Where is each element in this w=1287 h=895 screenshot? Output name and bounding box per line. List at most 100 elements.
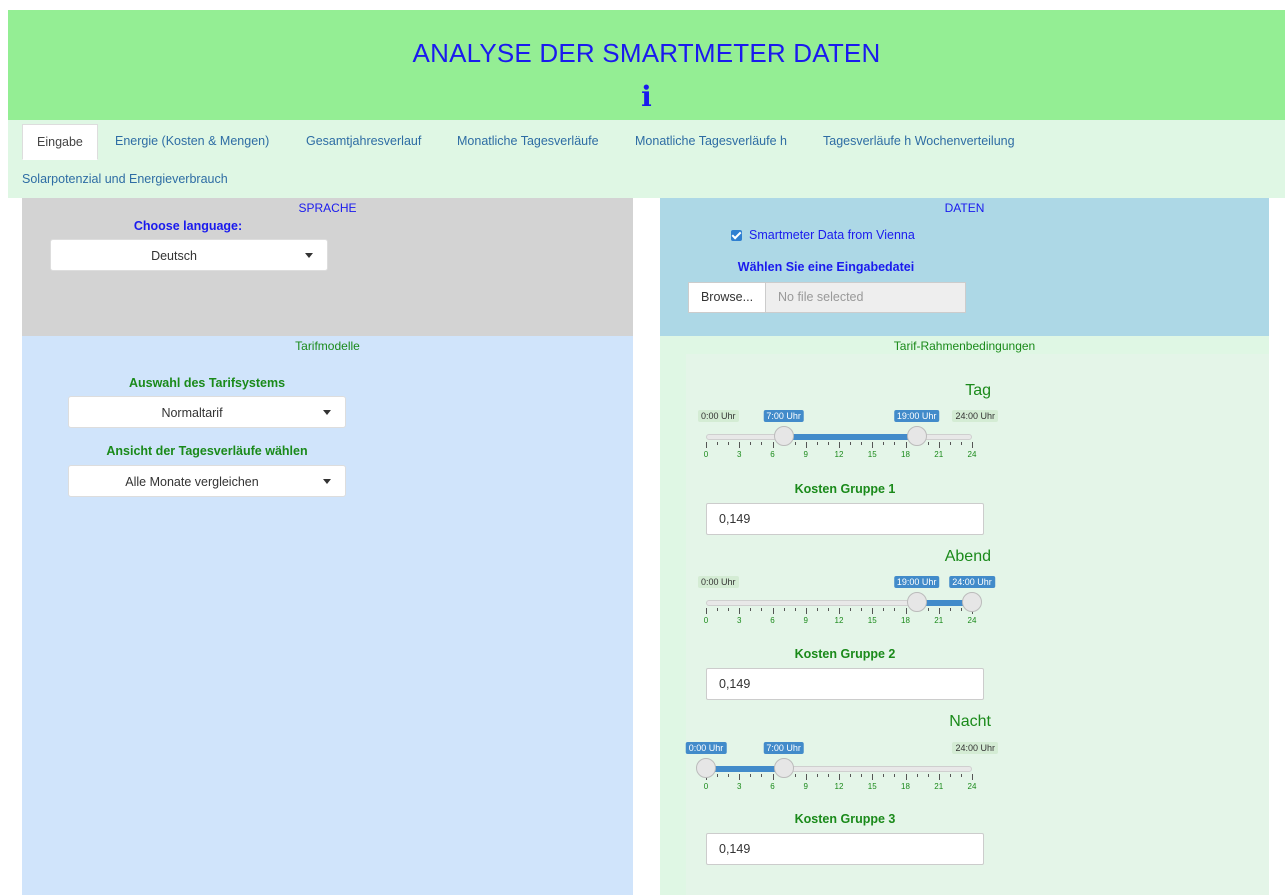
slider-tick: [938, 774, 940, 780]
slider-tick: [816, 442, 818, 445]
slider-handle-from[interactable]: [773, 426, 794, 446]
slider-tick: [717, 608, 719, 611]
file-name-field[interactable]: No file selected: [766, 282, 966, 313]
tab-monatliche-tagesverlaeufe[interactable]: Monatliche Tagesverläufe: [457, 134, 599, 148]
tarifsystem-label: Auswahl des Tarifsystems: [128, 376, 286, 390]
rahmen-well: Tag 0:00 Uhr 24:00 Uhr 0 3 6 9 12 15 18 21 24 7:00 …: [685, 354, 1269, 895]
tab-energie[interactable]: Energie (Kosten & Mengen): [115, 134, 269, 148]
slider-tick: [728, 442, 730, 445]
sprache-heading: SPRACHE: [298, 201, 357, 215]
kosten-gruppe-1-label: Kosten Gruppe 1: [794, 482, 896, 496]
slider-handle-from[interactable]: [696, 758, 716, 778]
kosten-gruppe-3-input[interactable]: 0,149: [706, 833, 984, 865]
app-header: ANALYSE DER SMARTMETER DATEN i: [8, 10, 1285, 120]
slider-tick: [938, 442, 940, 448]
slider-tick: [861, 774, 863, 777]
tab-tagesverlaeufe-wochenverteilung[interactable]: Tagesverläufe h Wochenverteilung: [823, 134, 1015, 148]
slider-selected-range: [706, 766, 784, 772]
slider-tick: [805, 608, 807, 614]
slider-tick: [883, 608, 885, 611]
group-title-tag: Tag: [965, 382, 991, 399]
sprache-panel: SPRACHE Choose language: Deutsch: [22, 198, 633, 336]
slider-tick-label: 3: [737, 616, 742, 625]
slider-tick: [706, 442, 707, 448]
slider-tick-label: 0: [703, 616, 709, 625]
info-icon[interactable]: i: [8, 80, 1285, 113]
nacht-time-slider[interactable]: 24:00 Uhr 0 3 6 9 12 15 18 21 24 0:00 Uhr 7:00 Uhr: [685, 740, 998, 810]
vienna-data-label[interactable]: Smartmeter Data from Vienna: [749, 228, 915, 242]
slider-value-to: 19:00 Uhr: [893, 410, 940, 422]
slider-tick: [894, 608, 896, 611]
slider-tick-label: 12: [834, 450, 844, 459]
choose-language-label: Choose language:: [133, 219, 243, 233]
language-select-value: Deutsch: [151, 249, 197, 263]
slider-tick: [905, 442, 907, 448]
slider-value-to: 7:00 Uhr: [763, 742, 804, 754]
slider-tick-label: 6: [770, 782, 775, 791]
slider-tick: [894, 774, 896, 777]
slider-handle-to[interactable]: [906, 426, 927, 446]
kosten-gruppe-2-label: Kosten Gruppe 2: [794, 647, 896, 661]
chevron-down-icon: [305, 253, 313, 258]
slider-handle-from[interactable]: [906, 592, 927, 612]
slider-tick-label: 18: [901, 450, 910, 459]
slider-tick: [883, 442, 885, 445]
vienna-data-checkbox[interactable]: [731, 230, 742, 241]
slider-tick: [960, 608, 962, 611]
slider-tick-label: 18: [901, 616, 910, 625]
slider-tick: [960, 774, 962, 777]
slider-tick: [960, 442, 962, 445]
slider-tick: [927, 442, 929, 445]
slider-tick: [938, 608, 940, 614]
kosten-gruppe-3-label: Kosten Gruppe 3: [794, 812, 896, 826]
rahmen-heading: Tarif-Rahmenbedingungen: [893, 339, 1036, 353]
slider-tick-label: 24: [967, 782, 977, 791]
kosten-gruppe-1-input[interactable]: 0,149: [706, 503, 984, 535]
slider-tick: [872, 774, 874, 780]
chevron-down-icon: [323, 410, 331, 415]
slider-tick-label: 6: [770, 450, 775, 459]
tarifsystem-select[interactable]: Normaltarif: [68, 396, 346, 428]
tab-monatliche-tagesverlaeufe-h[interactable]: Monatliche Tagesverläufe h: [635, 134, 787, 148]
tagesverlauf-view-select[interactable]: Alle Monate vergleichen: [68, 465, 346, 497]
tag-time-slider[interactable]: 0:00 Uhr 24:00 Uhr 0 3 6 9 12 15 18 21 24 7:00 Uhr 1…: [698, 408, 998, 478]
slider-tick: [927, 608, 929, 611]
slider-tick: [794, 608, 796, 611]
slider-tick: [972, 774, 973, 780]
slider-min-label: 0:00 Uhr: [698, 410, 739, 422]
slider-tick-label: 24: [967, 616, 977, 625]
slider-handle-to[interactable]: [962, 592, 982, 612]
slider-tick-label: 21: [934, 782, 944, 791]
slider-tick: [717, 774, 719, 777]
tab-eingabe[interactable]: Eingabe: [22, 124, 98, 160]
abend-time-slider[interactable]: 0:00 Uhr 0 3 6 9 12 15 18 21 24 19:00 Uhr 24:00 Uhr: [698, 574, 998, 644]
input-file-label: Wählen Sie eine Eingabedatei: [737, 260, 915, 274]
browse-button[interactable]: Browse...: [688, 282, 766, 313]
slider-tick: [717, 442, 719, 445]
slider-handle-to[interactable]: [773, 758, 794, 778]
slider-tick: [728, 774, 730, 777]
slider-tick-label: 6: [770, 616, 775, 625]
slider-tick: [949, 442, 951, 445]
slider-tick: [728, 608, 730, 611]
slider-tick: [861, 608, 863, 611]
slider-tick: [916, 774, 918, 777]
tab-gesamtjahresverlauf[interactable]: Gesamtjahresverlauf: [306, 134, 421, 148]
daten-heading: DATEN: [944, 201, 985, 215]
slider-tick: [839, 608, 840, 614]
slider-tick: [750, 774, 752, 777]
slider-value-from: 7:00 Uhr: [763, 410, 804, 422]
slider-tick: [783, 608, 785, 611]
slider-tick: [761, 442, 763, 445]
slider-tick-label: 21: [934, 616, 944, 625]
slider-tick-label: 9: [803, 782, 808, 791]
slider-tick: [905, 774, 907, 780]
tarifmodelle-panel: Tarifmodelle Auswahl des Tarifsystems No…: [22, 336, 633, 895]
slider-max-label: 24:00 Uhr: [952, 742, 998, 754]
slider-tick: [872, 608, 874, 614]
kosten-gruppe-2-input[interactable]: 0,149: [706, 668, 984, 700]
tab-solarpotenzial[interactable]: Solarpotenzial und Energieverbrauch: [22, 172, 228, 186]
tab-bar: Eingabe Energie (Kosten & Mengen) Gesamt…: [8, 120, 1285, 198]
language-select[interactable]: Deutsch: [50, 239, 328, 271]
slider-tick: [772, 774, 774, 780]
